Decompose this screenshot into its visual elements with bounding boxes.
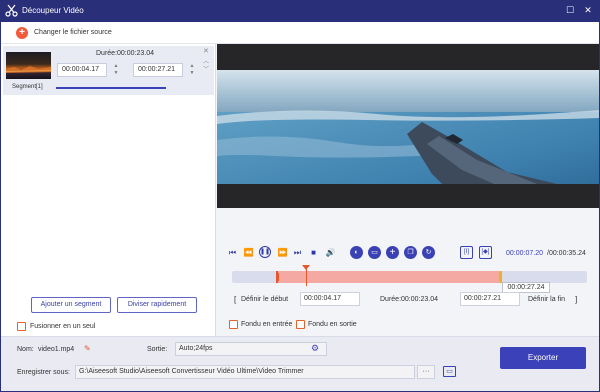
name-label: Nom: (17, 346, 34, 353)
segment-duration: Durée:00:00:23.04 (96, 50, 154, 57)
start-spin-up-icon[interactable]: ▲ (112, 63, 120, 69)
start-handle[interactable] (276, 273, 279, 281)
video-preview[interactable] (217, 44, 599, 208)
add-segment-button[interactable]: Ajouter un segment (31, 297, 111, 313)
reset-icon[interactable]: ↻ (422, 246, 435, 259)
export-button[interactable]: Exporter (500, 347, 586, 369)
title-bar: Découpeur Vidéo ☐ ✕ (0, 0, 600, 22)
fade-out-label: Fondu en sortie (308, 321, 357, 328)
fade-out-checkbox[interactable] (296, 320, 305, 329)
output-label: Sortie: (147, 346, 168, 353)
mark-out-icon[interactable]: [◆] (479, 246, 492, 259)
pause-icon[interactable]: ❚❚ (259, 246, 271, 258)
mark-in-icon[interactable]: [I] (460, 246, 473, 259)
current-time: 00:00:07.20 (506, 250, 543, 257)
save-label: Enregistrer sous: (17, 369, 70, 376)
bracket-open-icon: [ (234, 295, 237, 304)
stop-icon[interactable]: ■ (308, 247, 319, 258)
fast-forward-icon[interactable]: ⏩ (277, 247, 288, 258)
end-spin-down-icon[interactable]: ▼ (188, 70, 196, 76)
merge-checkbox[interactable] (17, 322, 26, 331)
end-time-input[interactable]: 00:00:27.21 (460, 292, 520, 306)
start-spin-down-icon[interactable]: ▼ (112, 70, 120, 76)
range-duration: Durée:00:00:23.04 (380, 296, 438, 303)
output-field[interactable]: Auto;24fps (175, 342, 327, 356)
segment-down-icon[interactable]: ﹀ (203, 64, 209, 73)
set-end-button[interactable]: Définir la fin (528, 296, 565, 303)
skip-end-icon[interactable]: ⏭ (292, 247, 303, 258)
quick-split-button[interactable]: Diviser rapidement (117, 297, 197, 313)
end-spin-up-icon[interactable]: ▲ (188, 63, 196, 69)
segment-progress-bar (56, 87, 166, 89)
bracket-close-icon: ] (575, 295, 578, 304)
start-time-input[interactable]: 00:00:04.17 (300, 292, 360, 306)
segment-label: Segment[1] (12, 84, 43, 90)
timeline-selection[interactable] (276, 271, 502, 283)
clip-icon[interactable]: ◐ (350, 246, 363, 259)
rewind-icon[interactable]: ⏪ (243, 247, 254, 258)
window-title: Découpeur Vidéo (22, 6, 84, 15)
change-source-link[interactable]: Changer le fichier source (34, 29, 112, 36)
skip-start-icon[interactable]: ⏮ (227, 247, 238, 258)
total-time: /00:00:35.24 (547, 250, 586, 257)
playhead-marker-icon[interactable] (302, 265, 310, 270)
add-source-icon[interactable]: + (16, 27, 28, 39)
save-path-field[interactable]: G:\Aiseesoft Studio\Aiseesoft Convertiss… (75, 365, 415, 379)
segment-thumbnail (6, 52, 51, 79)
close-icon[interactable]: ✕ (582, 4, 594, 16)
copy-icon[interactable]: ❐ (404, 246, 417, 259)
maximize-icon[interactable]: ☐ (564, 4, 576, 16)
volume-icon[interactable]: 🔊 (325, 247, 336, 258)
folder-icon[interactable]: ▭ (443, 366, 456, 377)
edit-name-icon[interactable]: ✎ (84, 344, 91, 353)
name-value: video1.mp4 (38, 346, 75, 353)
fade-in-label: Fondu en entrée (241, 321, 293, 328)
add-icon[interactable]: + (386, 246, 399, 259)
fade-in-checkbox[interactable] (229, 320, 238, 329)
segment-close-icon[interactable]: ✕ (203, 47, 209, 55)
app-logo-icon (5, 4, 18, 17)
segment-end-input[interactable]: 00:00:27.21 (133, 63, 183, 77)
end-handle[interactable] (499, 273, 502, 281)
settings-gear-icon[interactable]: ⚙ (311, 343, 319, 354)
merge-label: Fusionner en un seul (30, 323, 96, 330)
browse-button[interactable]: ··· (417, 365, 435, 379)
segment-start-input[interactable]: 00:00:04.17 (57, 63, 107, 77)
delete-icon[interactable]: ▭ (368, 246, 381, 259)
set-start-button[interactable]: Définir le début (241, 296, 288, 303)
